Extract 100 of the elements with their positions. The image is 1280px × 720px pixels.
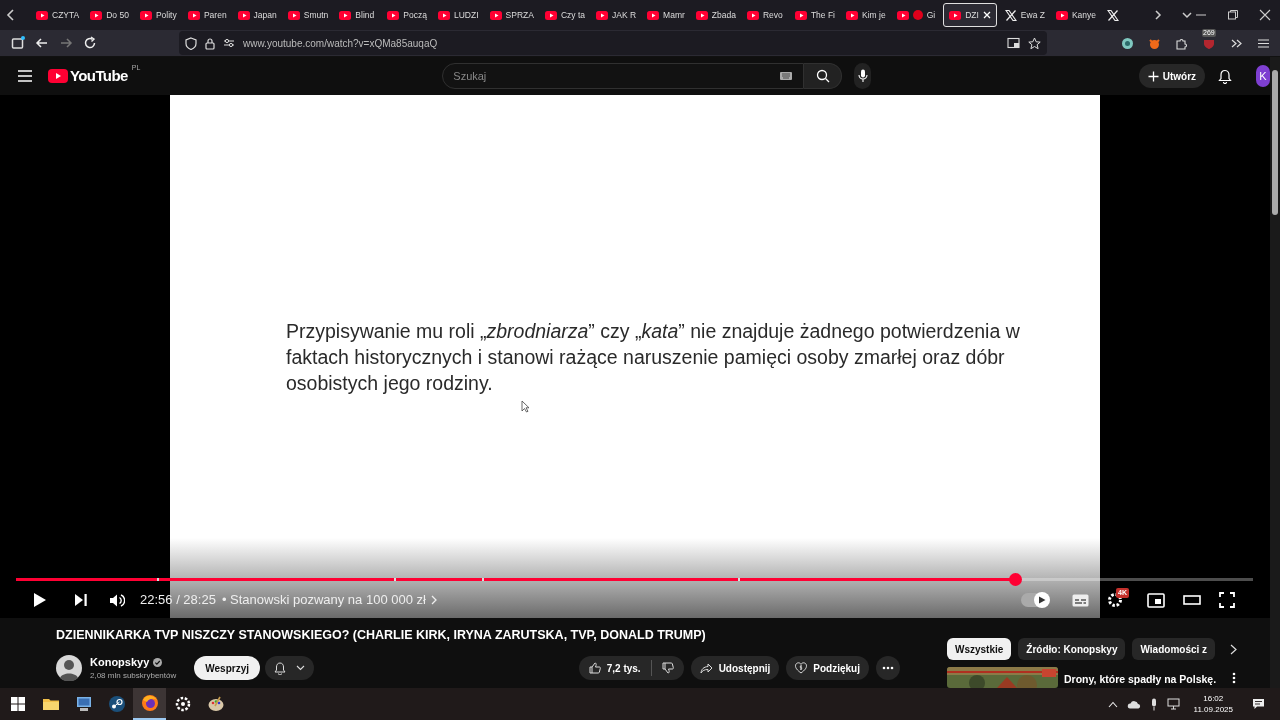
restore-icon[interactable] <box>1227 9 1240 21</box>
browser-tab[interactable]: SPRZA <box>484 3 539 27</box>
youtube-icon <box>596 8 608 22</box>
youtube-icon <box>794 8 807 22</box>
youtube-icon <box>489 8 502 22</box>
system-clock[interactable]: 16:02 11.09.2025 <box>1193 693 1233 715</box>
channel-avatar[interactable] <box>56 655 82 681</box>
browser-tab[interactable]: Kanye <box>1050 3 1102 27</box>
palette-icon <box>206 695 225 713</box>
fullscreen-icon[interactable] <box>1219 592 1235 608</box>
youtube-icon <box>949 8 962 22</box>
browser-tab[interactable]: JAK R <box>591 3 642 27</box>
voice-search-button[interactable] <box>854 63 871 89</box>
play-logo-icon <box>48 69 68 83</box>
back-icon[interactable] <box>35 36 49 50</box>
picture-in-picture-icon[interactable] <box>1007 37 1020 49</box>
play-icon <box>1038 596 1046 604</box>
address-bar[interactable]: www.youtube.com/watch?v=xQMa85auqaQ <box>179 31 1047 55</box>
more-vertical-icon[interactable] <box>1232 672 1237 684</box>
search-button[interactable] <box>804 63 843 89</box>
share-button[interactable]: Udostępnij <box>690 656 780 680</box>
youtube-icon <box>695 8 708 22</box>
keyboard-icon[interactable] <box>780 72 793 80</box>
support-button[interactable]: Wesprzyj <box>194 656 260 680</box>
bell-icon[interactable] <box>1218 68 1233 84</box>
mouse-cursor-icon <box>521 400 530 413</box>
youtube-icon <box>187 8 200 22</box>
browser-tab[interactable]: DZI <box>943 3 997 27</box>
browser-tab[interactable]: Mamr <box>642 3 690 27</box>
browser-tab[interactable]: Japan <box>232 3 282 27</box>
menu-icon[interactable] <box>17 69 33 83</box>
search-field[interactable]: Szukaj <box>442 63 805 89</box>
video-title: DZIENNIKARKA TVP NISZCZY STANOWSKIEGO? (CHARLIE KIRK, IRYNA ZARUTSKA, TVP, DONALD TRUMP) <box>56 627 707 644</box>
taskbar-app-button[interactable] <box>133 688 166 720</box>
autoplay-toggle[interactable] <box>1021 593 1049 607</box>
volume-icon[interactable] <box>109 592 125 608</box>
steam-icon <box>107 695 126 713</box>
menu-icon[interactable] <box>1257 36 1270 50</box>
lock-icon <box>205 36 215 50</box>
filter-chip[interactable]: Źródło: Konopskyy <box>1018 638 1126 660</box>
browser-tab[interactable]: Ewa Z <box>999 3 1050 27</box>
theater-mode-icon[interactable] <box>1183 594 1201 606</box>
browser-tab[interactable]: LUDZI <box>433 3 484 27</box>
chevron-down-icon <box>296 665 305 671</box>
user-avatar[interactable]: K <box>1256 65 1270 87</box>
microphone-icon[interactable] <box>1149 697 1158 711</box>
bell-icon <box>274 661 286 675</box>
notifications-button[interactable] <box>265 656 314 680</box>
scrollbar-thumb[interactable] <box>1272 70 1278 215</box>
gear-icon <box>173 695 192 713</box>
youtube-icon <box>544 8 557 22</box>
channel-name[interactable]: Konopskyy <box>90 653 150 671</box>
notifications-icon[interactable] <box>1252 698 1265 710</box>
browser-tab[interactable]: The Fi <box>789 3 840 27</box>
thumbs-down-icon <box>661 662 674 674</box>
browser-tab[interactable]: Kim je <box>841 3 891 27</box>
youtube-icon <box>339 8 352 22</box>
create-button[interactable]: Utwórz <box>1138 64 1206 88</box>
firefox-icon <box>140 694 159 712</box>
plus-icon <box>1147 70 1159 82</box>
youtube-icon <box>647 8 660 22</box>
reload-icon[interactable] <box>83 36 97 50</box>
search-icon <box>815 69 830 83</box>
youtube-icon <box>387 8 400 22</box>
subscriber-count: 2,08 mln subskrybentów <box>90 670 177 683</box>
more-button[interactable] <box>876 656 900 680</box>
browser-tab[interactable]: Czy ta <box>539 3 590 27</box>
bookmark-star-icon[interactable] <box>1028 36 1041 50</box>
thanks-button[interactable]: Podziękuj <box>786 656 869 680</box>
cloud-icon[interactable] <box>1126 699 1141 709</box>
browser-tab[interactable]: Gi <box>891 3 941 27</box>
network-icon[interactable] <box>1166 698 1181 710</box>
close-icon[interactable] <box>1259 9 1272 21</box>
extension-icon[interactable] <box>1148 36 1161 50</box>
youtube-icon <box>746 8 759 22</box>
browser-tab[interactable]: Revo <box>741 3 789 27</box>
document-paragraph: Przypisywanie mu roli „zbrodniarza” czy „kata” nie znajduje żadnego potwierdzenia w faktach historycznych i stanowi rażące naruszenie pamięci osoby zmarłej oraz dóbr osobistych jego rodziny. <box>286 319 1021 396</box>
browser-tab[interactable]: Począ <box>382 3 432 27</box>
youtube-icon <box>90 8 103 22</box>
next-icon[interactable] <box>74 593 88 607</box>
extension-icon[interactable] <box>1121 36 1134 50</box>
chevron-up-icon[interactable] <box>1107 700 1118 708</box>
youtube-icon <box>237 8 250 22</box>
computer-icon <box>74 695 93 713</box>
play-icon[interactable] <box>33 592 47 608</box>
browser-tab[interactable]: Paren <box>182 3 232 27</box>
browser-tab[interactable]: Do 50 <box>85 3 134 27</box>
chevron-right-icon[interactable] <box>1230 643 1238 655</box>
miniplayer-icon[interactable] <box>1147 592 1165 608</box>
filter-chip[interactable]: Wiadomości z <box>1132 638 1216 660</box>
progress-bar[interactable] <box>16 573 1253 586</box>
browser-tab[interactable]: CZYTA <box>31 3 85 27</box>
filter-chip[interactable]: Wszystkie <box>947 638 1012 660</box>
browser-tab[interactable]: Polity <box>134 3 182 27</box>
browser-tab[interactable]: Smutn <box>282 3 334 27</box>
sidebar-icon[interactable] <box>11 36 25 50</box>
browser-tab[interactable]: Zbada <box>690 3 741 27</box>
browser-tab[interactable]: Blind <box>334 3 382 27</box>
recommended-video-title[interactable]: Drony, które spadły na Polskę. <box>1064 672 1217 688</box>
puzzle-icon[interactable] <box>1175 36 1188 50</box>
